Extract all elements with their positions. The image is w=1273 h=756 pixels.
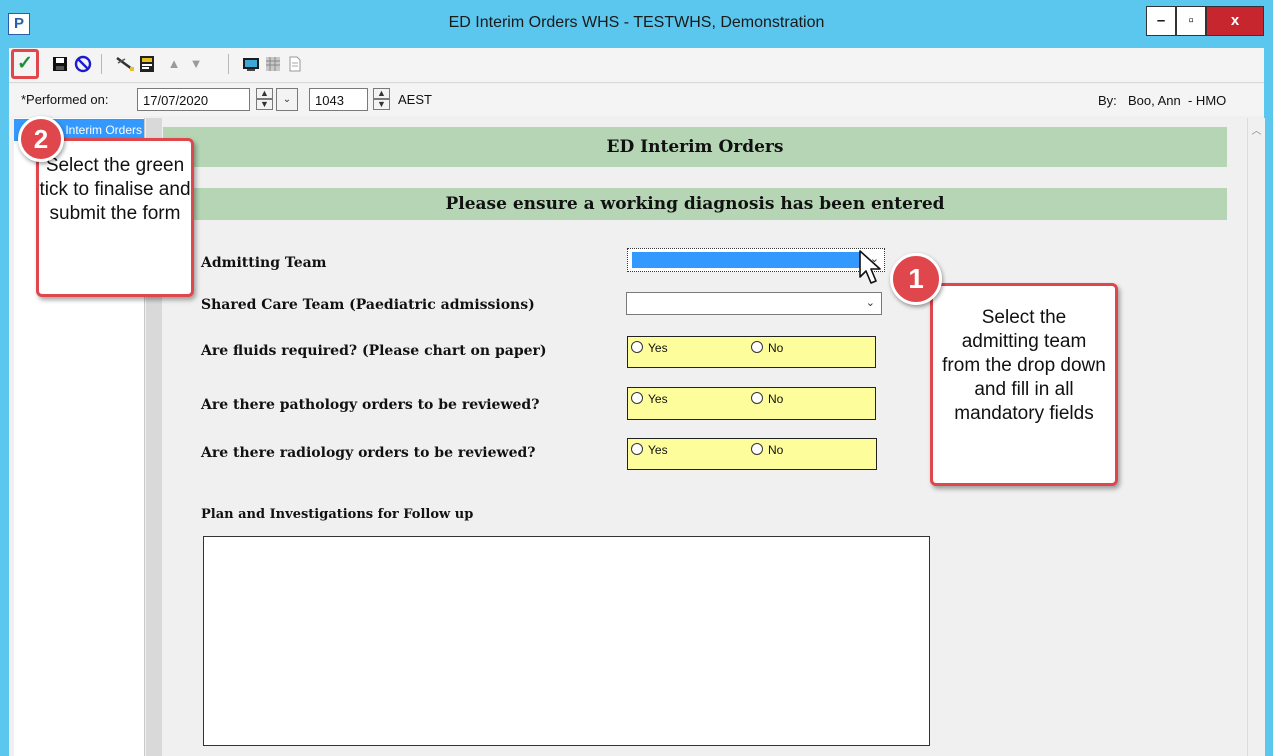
callout-badge-2: 2 xyxy=(18,116,64,162)
date-field[interactable]: 17/07/2020 xyxy=(137,88,250,111)
radio-circle-icon xyxy=(631,443,643,455)
monitor-icon[interactable] xyxy=(240,53,262,75)
green-tick-icon[interactable]: ✓ xyxy=(14,53,36,75)
save-icon[interactable] xyxy=(49,53,71,75)
date-spin-down-icon[interactable]: ▼ xyxy=(256,99,273,110)
question-radiology-label: Are there radiology orders to be reviewe… xyxy=(201,445,536,461)
admitting-team-dropdown[interactable]: ⌄ xyxy=(627,248,885,272)
chevron-down-icon[interactable]: ⌄ xyxy=(866,296,875,309)
window-title: ED Interim Orders WHS - TESTWHS, Demonst… xyxy=(448,14,825,31)
maximize-button[interactable]: ▫ xyxy=(1176,6,1206,36)
timezone-label: AEST xyxy=(398,92,432,107)
performed-label: *Performed on: xyxy=(21,92,109,107)
close-button[interactable]: x xyxy=(1206,6,1264,36)
radiology-yes-radio[interactable]: Yes xyxy=(631,443,668,457)
callout-box-1: Select the admitting team from the drop … xyxy=(930,283,1118,486)
time-spin-up-icon[interactable]: ▲ xyxy=(373,88,390,99)
mouse-cursor-icon xyxy=(859,250,881,284)
radio-circle-icon xyxy=(751,443,763,455)
by-label: By: xyxy=(1098,93,1117,108)
time-spin-down-icon[interactable]: ▼ xyxy=(373,99,390,110)
date-dropdown-icon[interactable]: ⌄ xyxy=(276,88,298,111)
shared-care-label: Shared Care Team (Paediatric admissions) xyxy=(201,297,535,313)
pathology-yes-radio[interactable]: Yes xyxy=(631,392,668,406)
pen-icon[interactable] xyxy=(114,53,136,75)
dropdown-selection xyxy=(632,252,860,268)
document-icon[interactable] xyxy=(284,53,306,75)
by-value: Boo, Ann - HMO xyxy=(1128,93,1227,108)
shared-care-dropdown[interactable]: ⌄ xyxy=(626,292,882,315)
plan-label: Plan and Investigations for Follow up xyxy=(201,507,474,522)
admitting-team-label: Admitting Team xyxy=(201,255,327,271)
fluids-yes-radio[interactable]: Yes xyxy=(631,341,668,355)
cancel-icon[interactable] xyxy=(72,53,94,75)
question-pathology-label: Are there pathology orders to be reviewe… xyxy=(201,397,540,413)
fluids-radio-group: Yes No xyxy=(627,336,876,368)
grid-icon[interactable] xyxy=(262,53,284,75)
vertical-scrollbar[interactable]: ︿ xyxy=(1247,118,1265,756)
radio-circle-icon xyxy=(631,341,643,353)
callout-1-text: Select the admitting team from the drop … xyxy=(942,307,1106,424)
scroll-up-icon[interactable]: ︿ xyxy=(1248,122,1265,137)
pathology-no-radio[interactable]: No xyxy=(751,392,783,406)
radiology-no-radio[interactable]: No xyxy=(751,443,783,457)
arrow-down-icon[interactable]: ▼ xyxy=(185,53,207,75)
callout-box-2: Select the green tick to finalise and su… xyxy=(36,138,194,297)
form-title-banner: ED Interim Orders xyxy=(163,127,1227,167)
radio-circle-icon xyxy=(631,392,643,404)
callout-2-text: Select the green tick to finalise and su… xyxy=(39,155,191,224)
pathology-radio-group: Yes No xyxy=(627,387,876,420)
radio-circle-icon xyxy=(751,341,763,353)
radio-circle-icon xyxy=(751,392,763,404)
fluids-no-radio[interactable]: No xyxy=(751,341,783,355)
toolbar-separator xyxy=(101,54,102,74)
warning-banner: Please ensure a working diagnosis has be… xyxy=(163,188,1227,220)
callout-badge-1: 1 xyxy=(890,253,942,305)
radiology-radio-group: Yes No xyxy=(627,438,877,470)
form-icon[interactable] xyxy=(137,53,159,75)
time-field[interactable]: 1043 xyxy=(309,88,368,111)
arrow-up-icon[interactable]: ▲ xyxy=(163,53,185,75)
plan-textarea[interactable] xyxy=(203,536,930,746)
date-spin-up-icon[interactable]: ▲ xyxy=(256,88,273,99)
minimize-button[interactable]: – xyxy=(1146,6,1176,36)
toolbar-separator xyxy=(228,54,229,74)
question-fluids-label: Are fluids required? (Please chart on pa… xyxy=(201,343,547,359)
